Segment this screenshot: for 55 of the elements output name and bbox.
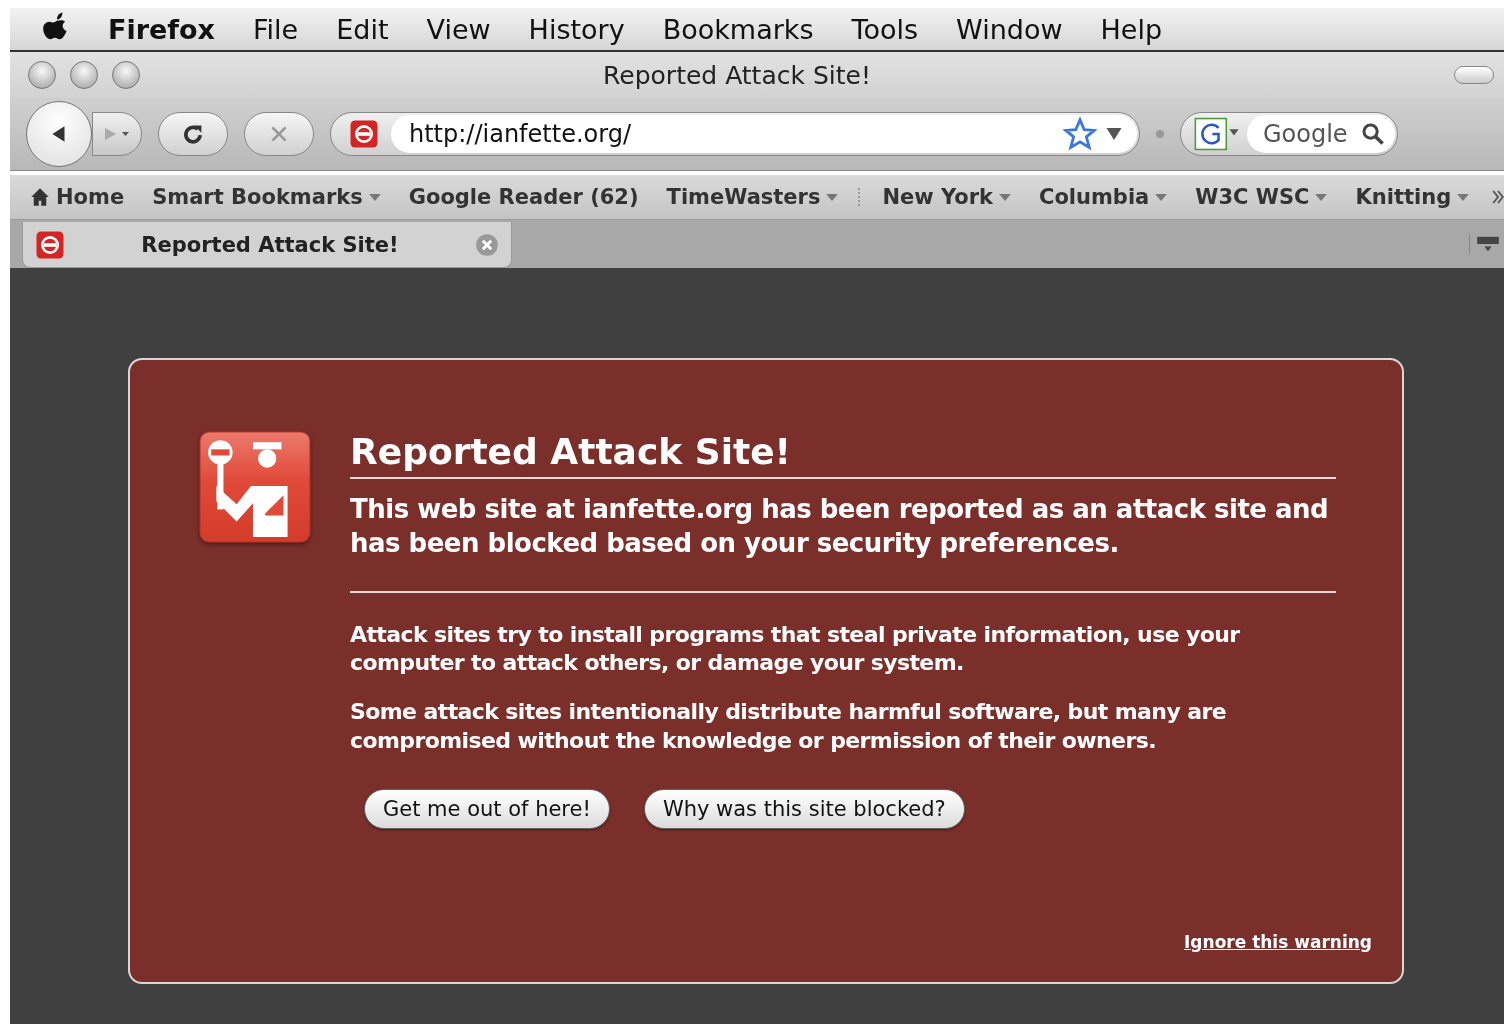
bookmark-folder[interactable]: W3C WSC: [1195, 185, 1328, 209]
menu-item[interactable]: History: [528, 13, 625, 45]
warning-paragraph: Attack sites try to install programs that steal private information, use your computer to attack others, or damage your system.: [350, 620, 1241, 678]
bookmark-folder[interactable]: Smart Bookmarks: [152, 185, 381, 209]
caret-icon: [368, 193, 381, 201]
bookmark-item[interactable]: Google Reader (62): [408, 185, 639, 209]
reload-button[interactable]: [158, 112, 228, 156]
menu-item[interactable]: Edit: [336, 13, 389, 45]
app-menu[interactable]: Firefox: [108, 13, 216, 45]
minimize-button[interactable]: [70, 61, 98, 89]
tab-list-icon[interactable]: [1469, 234, 1500, 254]
dropdown-caret-icon[interactable]: [1105, 126, 1123, 142]
warning-button[interactable]: Get me out of here!: [364, 789, 610, 830]
bookmark-item[interactable]: Home: [30, 185, 125, 209]
home-icon: [30, 187, 50, 207]
caret-icon: [1155, 193, 1168, 201]
guard-icon: [198, 430, 312, 544]
caret-icon: [1315, 193, 1328, 201]
browser-tab[interactable]: Reported Attack Site!: [22, 222, 512, 268]
menu-item[interactable]: Help: [1100, 13, 1163, 45]
search-engine-icon[interactable]: [1193, 117, 1241, 151]
warning-summary: This web site at ianfette.org has been reported as an attack site and has been blocked based on your security preferences.: [350, 493, 1330, 560]
bookmark-separator: [858, 188, 863, 206]
address-field[interactable]: http://ianfette.org/: [330, 112, 1140, 156]
stop-button[interactable]: [244, 112, 314, 156]
menu-item[interactable]: Window: [956, 13, 1063, 45]
blocked-site-icon: [349, 119, 379, 149]
resize-handle[interactable]: [1156, 130, 1164, 138]
toolbar-toggle-button[interactable]: [1454, 66, 1494, 84]
zoom-button[interactable]: [112, 61, 140, 89]
bookmark-folder[interactable]: Knitting: [1355, 185, 1470, 209]
search-field[interactable]: Google: [1247, 115, 1395, 153]
bookmark-folder[interactable]: TimeWasters: [666, 185, 839, 209]
star-icon[interactable]: [1063, 117, 1097, 151]
forward-button[interactable]: [92, 112, 142, 156]
window-title: Reported Attack Site!: [602, 60, 872, 90]
blocked-site-icon: [35, 229, 65, 260]
caret-icon: [999, 193, 1011, 201]
caret-icon: [826, 193, 839, 201]
bookmark-folder[interactable]: Columbia: [1039, 185, 1168, 209]
more-bookmarks-icon[interactable]: [1492, 189, 1504, 205]
menu-item[interactable]: Bookmarks: [662, 13, 814, 45]
warning-paragraph: Some attack sites intentionally distribute harmful software, but many are compromised without the knowledge or permission of their owners.: [350, 697, 1227, 755]
menu-item[interactable]: File: [253, 13, 299, 45]
menu-item[interactable]: View: [426, 13, 491, 45]
close-button[interactable]: [28, 61, 56, 89]
search-icon[interactable]: [1361, 122, 1385, 146]
ignore-warning-link[interactable]: Ignore this warning: [1184, 932, 1372, 952]
warning-title: Reported Attack Site!: [350, 430, 1336, 480]
caret-icon: [1457, 193, 1470, 201]
warning-button[interactable]: Why was this site blocked?: [643, 789, 965, 830]
close-tab-icon[interactable]: [475, 232, 499, 257]
url-text: http://ianfette.org/: [409, 120, 632, 148]
bookmark-folder[interactable]: New York: [882, 185, 1011, 209]
menu-item[interactable]: Tools: [851, 13, 919, 45]
